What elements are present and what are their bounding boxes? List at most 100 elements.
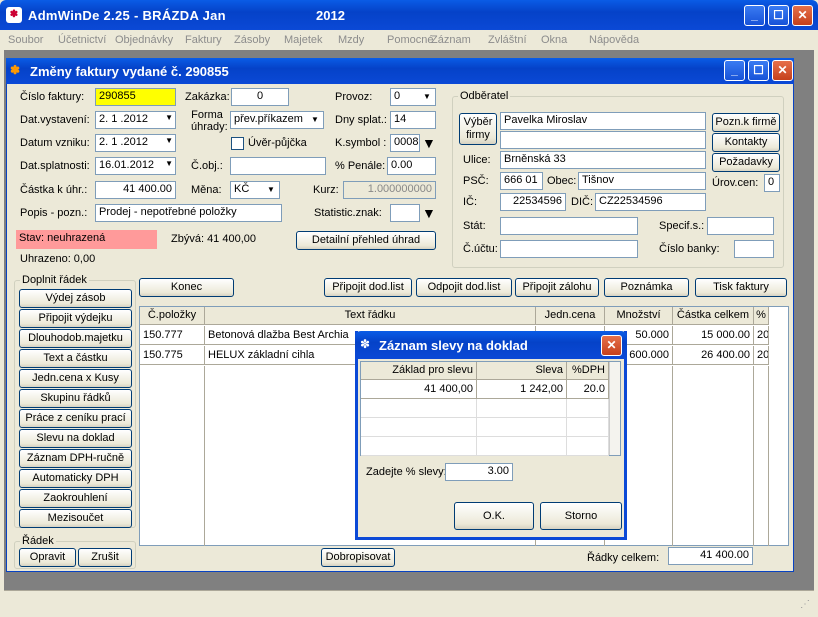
minimize-icon[interactable]: _ [744, 5, 765, 26]
banka-input[interactable] [734, 240, 774, 258]
ucet-label: Č.účtu: [463, 243, 498, 255]
window-minimize-icon[interactable]: _ [724, 60, 745, 81]
dialog-table-cell[interactable]: 41 400,00 [361, 380, 477, 399]
provoz-select[interactable]: 0 ▼ [390, 88, 436, 106]
doplnit-button[interactable]: Práce z ceníku prací [19, 409, 132, 428]
obec-input[interactable]: Tišnov [578, 172, 706, 190]
pripojit-zalohu-button[interactable]: Připojit zálohu [515, 278, 599, 297]
zrusit-button[interactable]: Zrušit [78, 548, 132, 567]
dialog-table-cell[interactable]: 20.0 [567, 380, 609, 399]
doplnit-button[interactable]: Připojit výdejku [19, 309, 132, 328]
table-cell[interactable]: 150.777 [140, 326, 205, 345]
window-maximize-icon[interactable]: ☐ [748, 60, 769, 81]
menu-item[interactable]: Pomocné [387, 34, 433, 46]
menu-item[interactable]: Zvláštní [488, 34, 527, 46]
menu-item[interactable]: Objednávky [115, 34, 173, 46]
doplnit-button[interactable]: Automaticky DPH [19, 469, 132, 488]
maximize-icon[interactable]: ☐ [768, 5, 789, 26]
popis-input[interactable]: Prodej - nepotřebné položky [95, 204, 282, 222]
pripojit-dodlist-button[interactable]: Připojit dod.list [324, 278, 412, 297]
table-cell[interactable]: 20 [754, 346, 769, 365]
odpojit-dodlist-button[interactable]: Odpojit dod.list [416, 278, 512, 297]
kontakty-button[interactable]: Kontakty [712, 133, 780, 152]
column-header[interactable]: Text řádku [205, 307, 536, 325]
doplnit-button[interactable]: Skupinu řádků [19, 389, 132, 408]
table-cell[interactable]: 15 000.00 [673, 326, 754, 345]
column-header[interactable]: Č.položky [140, 307, 205, 325]
cobj-input[interactable] [230, 157, 326, 175]
menu-item[interactable]: Okna [541, 34, 567, 46]
doplnit-button[interactable]: Dlouhodob.majetku [19, 329, 132, 348]
doplnit-button[interactable]: Mezisoučet [19, 509, 132, 528]
window-close-icon[interactable]: ✕ [772, 60, 793, 81]
dat-splatnosti-input[interactable]: 16.01.2012 ▼ [95, 157, 176, 175]
ulice-input[interactable]: Brněnská 33 [500, 151, 706, 169]
forma-uhrady-select[interactable]: přev.příkazem ▼ [230, 111, 324, 129]
firma-name-input[interactable]: Pavelka Miroslav [500, 112, 706, 130]
menu-item[interactable]: Účetnictví [58, 34, 106, 46]
doplnit-button[interactable]: Slevu na doklad [19, 429, 132, 448]
table-cell[interactable]: 150.775 [140, 346, 205, 365]
menu-item[interactable]: Soubor [8, 34, 43, 46]
ic-input[interactable]: 22534596 [500, 193, 566, 211]
uroven-cen-input[interactable]: 0 [764, 174, 780, 192]
vyber-firmy-button[interactable]: Výběr firmy [459, 113, 497, 145]
dny-splat-input[interactable]: 14 [390, 111, 436, 129]
datum-vzniku-input[interactable]: 2. 1 .2012 ▼ [95, 134, 176, 152]
penale-input[interactable]: 0.00 [387, 157, 436, 175]
dialog-column-header[interactable]: Základ pro slevu [361, 362, 477, 380]
opravit-button[interactable]: Opravit [19, 548, 76, 567]
mena-select[interactable]: KČ ▼ [230, 181, 280, 199]
dialog-scrollbar[interactable] [609, 362, 620, 455]
ksymbol-input[interactable]: 0008 [390, 134, 420, 152]
dat-vystaveni-input[interactable]: 2. 1 .2012 ▼ [95, 111, 176, 129]
zadejte-slevy-input[interactable]: 3.00 [445, 463, 513, 481]
prehled-uhrad-button[interactable]: Detailní přehled úhrad [296, 231, 436, 250]
close-icon[interactable]: ✕ [792, 5, 813, 26]
pozn-firme-button[interactable]: Pozn.k firmě [712, 113, 780, 132]
psc-input[interactable]: 666 01 [500, 172, 543, 190]
firma-name2-input[interactable] [500, 131, 706, 149]
doplnit-button[interactable]: Text a částku [19, 349, 132, 368]
stat-input[interactable] [500, 217, 638, 235]
column-header[interactable]: Množství [605, 307, 673, 325]
doplnit-button[interactable]: Jedn.cena x Kusy [19, 369, 132, 388]
dialog-column-header[interactable]: %DPH [567, 362, 609, 380]
castka-input[interactable]: 41 400.00 [95, 181, 176, 199]
menu-item[interactable]: Majetek [284, 34, 323, 46]
uver-checkbox[interactable] [231, 137, 244, 150]
column-header[interactable]: Jedn.cena [536, 307, 605, 325]
specif-input[interactable] [707, 217, 774, 235]
menu-item[interactable]: Nápověda [589, 34, 639, 46]
resize-grip-icon[interactable]: ⋰ [800, 599, 810, 610]
ok-button[interactable]: O.K. [454, 502, 534, 530]
menu-item[interactable]: Mzdy [338, 34, 364, 46]
ksymbol-dropdown-icon[interactable]: ▼ [422, 135, 436, 151]
dialog-empty-cell [361, 437, 477, 456]
menu-item[interactable]: Zásoby [234, 34, 270, 46]
statznak-input[interactable] [390, 204, 420, 222]
column-header[interactable]: Částka celkem [673, 307, 754, 325]
dialog-table-cell[interactable]: 1 242,00 [477, 380, 567, 399]
statznak-dropdown-icon[interactable]: ▼ [422, 205, 436, 221]
dobropisovat-button[interactable]: Dobropisovat [321, 548, 395, 567]
menu-item[interactable]: Faktury [185, 34, 222, 46]
dic-input[interactable]: CZ22534596 [595, 193, 706, 211]
ucet-input[interactable] [500, 240, 638, 258]
pozadavky-button[interactable]: Požadavky [712, 153, 780, 172]
poznamka-button[interactable]: Poznámka [604, 278, 689, 297]
column-header[interactable]: % [754, 307, 769, 325]
zakazka-input[interactable]: 0 [231, 88, 289, 106]
table-cell[interactable]: 20 [754, 326, 769, 345]
dialog-close-icon[interactable]: ✕ [601, 335, 622, 356]
konec-button[interactable]: Konec [139, 278, 234, 297]
doplnit-button[interactable]: Zaokrouhlení [19, 489, 132, 508]
doplnit-button[interactable]: Záznam DPH-ručně [19, 449, 132, 468]
menu-item[interactable]: Záznam [431, 34, 471, 46]
dialog-column-header[interactable]: Sleva [477, 362, 567, 380]
table-cell[interactable]: 26 400.00 [673, 346, 754, 365]
cislo-faktury-input[interactable]: 290855 [95, 88, 176, 106]
tisk-faktury-button[interactable]: Tisk faktury [695, 278, 787, 297]
storno-button[interactable]: Storno [540, 502, 622, 530]
doplnit-button[interactable]: Výdej zásob [19, 289, 132, 308]
